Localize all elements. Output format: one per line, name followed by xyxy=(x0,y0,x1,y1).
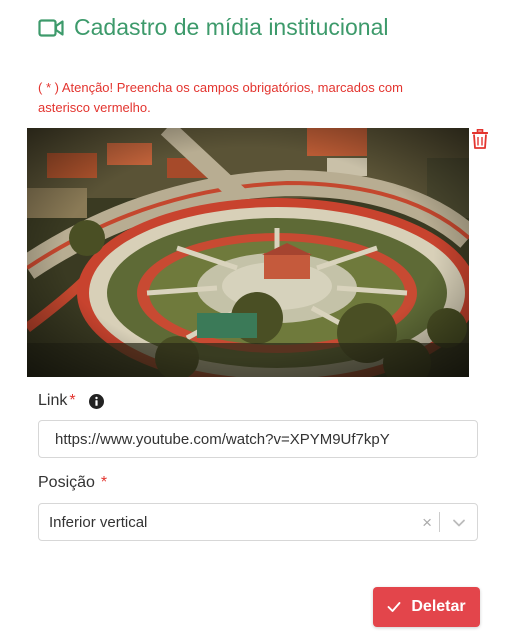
chevron-down-icon[interactable] xyxy=(451,515,467,531)
delete-button-label: Deletar xyxy=(411,598,466,615)
trash-icon[interactable] xyxy=(471,129,489,149)
position-select-value: Inferior vertical xyxy=(49,513,148,531)
required-mark: * xyxy=(100,474,108,491)
link-label-text: Link xyxy=(38,392,68,409)
link-input-value: https://www.youtube.com/watch?v=XPYM9Uf7… xyxy=(55,430,390,448)
select-divider xyxy=(439,512,440,532)
position-label: Posição * xyxy=(38,474,107,492)
required-mark: * xyxy=(69,392,76,409)
link-input[interactable]: https://www.youtube.com/watch?v=XPYM9Uf7… xyxy=(38,420,478,458)
video-camera-icon xyxy=(38,18,64,37)
clear-icon[interactable]: × xyxy=(422,513,432,533)
media-thumbnail xyxy=(27,128,469,377)
check-icon xyxy=(387,602,401,612)
required-fields-warning: ( * ) Atenção! Preencha os campos obriga… xyxy=(38,80,403,115)
delete-button[interactable]: Deletar xyxy=(373,587,480,627)
position-select[interactable]: Inferior vertical × xyxy=(38,503,478,541)
link-label: Link * xyxy=(38,392,104,410)
page-header: Cadastro de mídia institucional xyxy=(38,14,389,41)
page-title: Cadastro de mídia institucional xyxy=(74,14,389,40)
position-label-text: Posição xyxy=(38,474,95,491)
roundabout-aerial-image xyxy=(27,128,469,377)
info-icon[interactable] xyxy=(88,393,104,409)
